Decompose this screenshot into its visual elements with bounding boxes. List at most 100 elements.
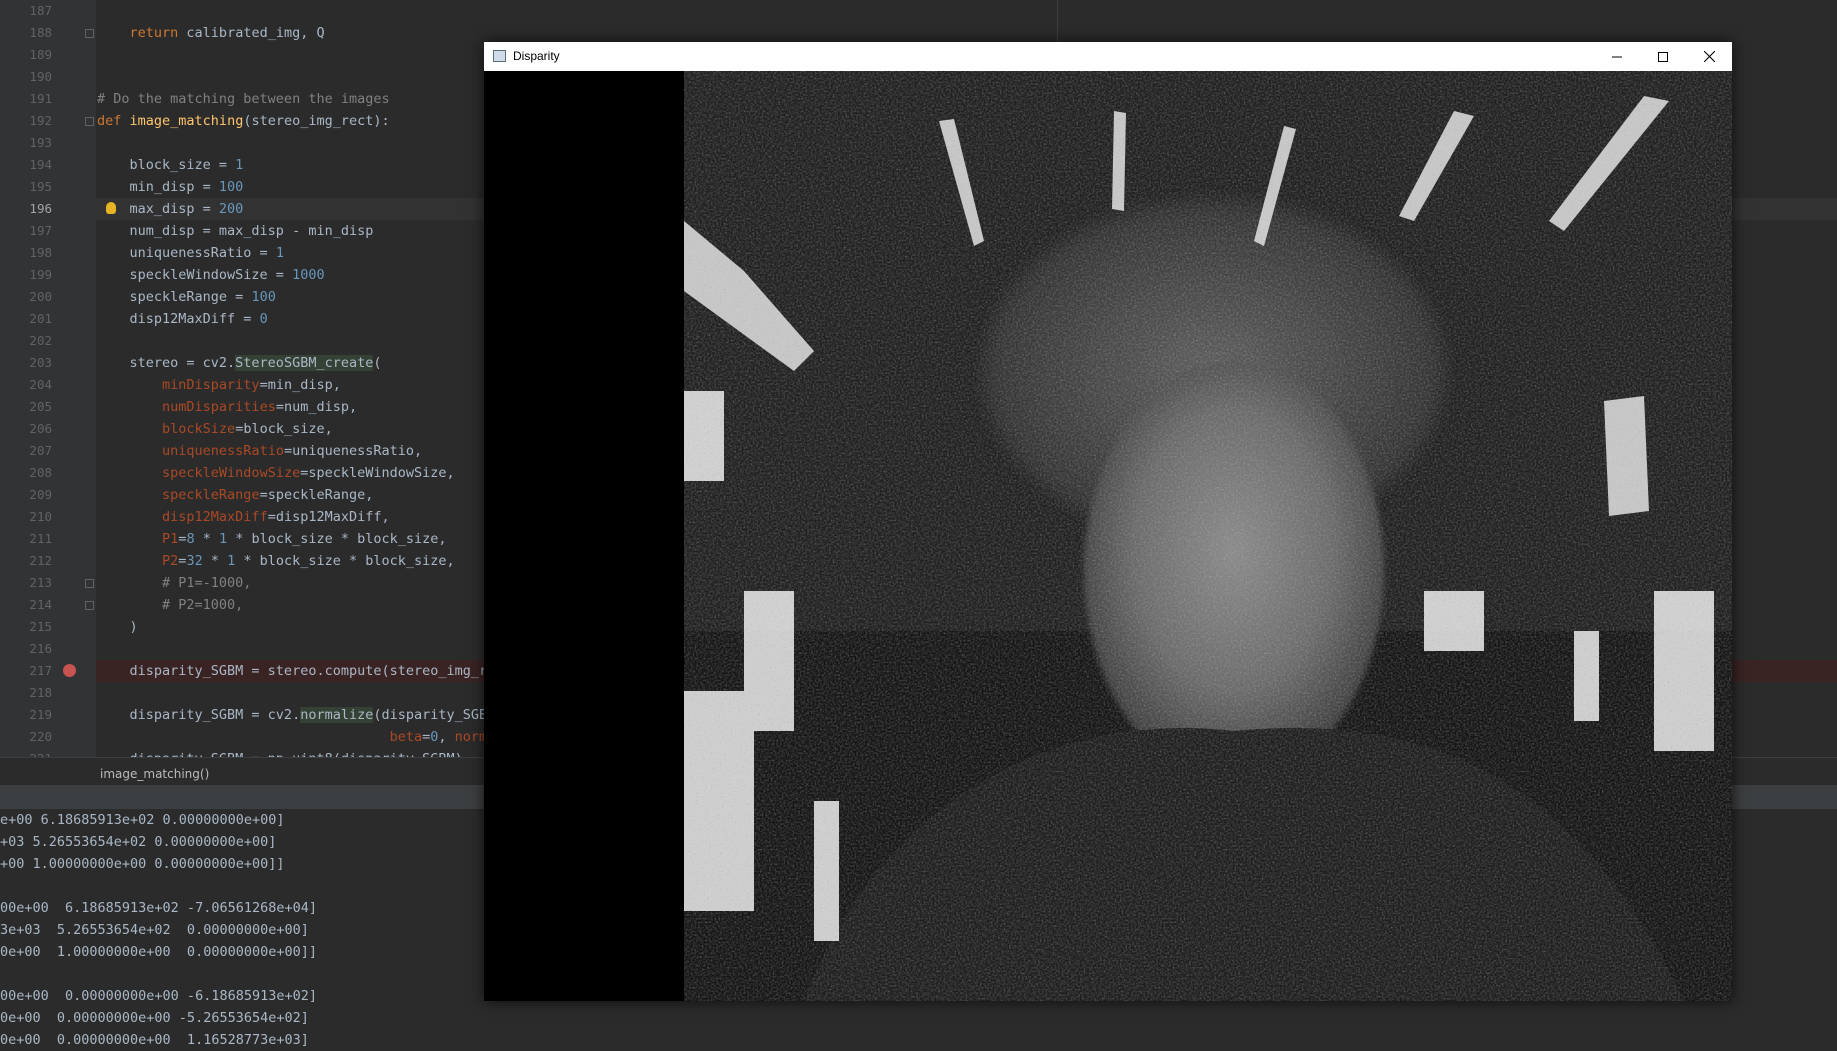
code-line[interactable]: disparity_SGBM = cv2.normalize(disparity… [97, 704, 495, 726]
fold-marker-icon[interactable] [85, 29, 94, 38]
line-number: 215 [29, 619, 52, 634]
code-line[interactable]: disp12MaxDiff=disp12MaxDiff, [97, 506, 390, 528]
code-token: stereo = cv2. [97, 355, 236, 371]
fold-marker-icon[interactable] [85, 601, 94, 610]
code-token: =speckleRange, [259, 487, 374, 503]
close-button[interactable] [1686, 42, 1732, 71]
maximize-button[interactable] [1640, 42, 1686, 71]
code-token: 100 [251, 289, 276, 305]
close-icon [1703, 51, 1715, 62]
code-line[interactable]: # P2=1000, [97, 594, 243, 616]
code-line[interactable]: disparity_SGBM = stereo.compute(stereo_i… [97, 660, 496, 682]
disparity-window[interactable]: Disparity [484, 42, 1732, 1001]
line-number: 187 [29, 3, 52, 18]
line-number: 208 [29, 465, 52, 480]
window-titlebar[interactable]: Disparity [484, 42, 1732, 71]
code-line[interactable]: min_disp = 100 [97, 176, 244, 198]
code-line[interactable]: beta=0, norm_t [97, 726, 504, 748]
code-token: normalize [300, 707, 374, 723]
line-number: 209 [29, 487, 52, 502]
code-line[interactable]: block_size = 1 [97, 154, 244, 176]
line-number: 217 [29, 663, 52, 678]
code-token: , [438, 729, 455, 745]
code-token: beta [389, 729, 423, 745]
code-token: * block_size * block_size, [227, 531, 447, 547]
code-line[interactable]: # Do the matching between the images [97, 88, 390, 110]
code-line[interactable]: speckleWindowSize = 1000 [97, 264, 325, 286]
code-token: =num_disp, [275, 399, 358, 415]
code-line[interactable]: uniquenessRatio = 1 [97, 242, 284, 264]
line-number: 194 [29, 157, 52, 172]
code-line[interactable]: ) [97, 616, 138, 638]
code-token: 200 [218, 201, 244, 217]
code-token: disp12MaxDiff = [97, 311, 260, 327]
code-line[interactable]: uniquenessRatio=uniquenessRatio, [97, 440, 422, 462]
code-token: disparity_SGBM = cv2. [97, 707, 301, 723]
console-line: 00e+00 6.18685913e+02 -7.06561268e+04] [0, 900, 317, 916]
code-token: =disp12MaxDiff, [267, 509, 390, 525]
code-line[interactable]: return calibrated_img, Q [97, 22, 325, 44]
code-line[interactable]: # P1=-1000, [97, 572, 251, 594]
fold-marker-icon[interactable] [85, 579, 94, 588]
code-token: 100 [218, 179, 244, 195]
line-number: 190 [29, 69, 52, 84]
line-number: 191 [29, 91, 52, 106]
line-number: 189 [29, 47, 52, 62]
code-line[interactable]: max_disp = 200 [97, 198, 244, 220]
console-line: e+00 6.18685913e+02 0.00000000e+00] [0, 812, 285, 828]
line-number: 199 [29, 267, 52, 282]
code-line[interactable]: P2=32 * 1 * block_size * block_size, [97, 550, 455, 572]
line-number: 204 [29, 377, 52, 392]
code-token: ) [97, 619, 138, 635]
console-line: +03 5.26553654e+02 0.00000000e+00] [0, 834, 277, 850]
line-number: 193 [29, 135, 52, 150]
code-line[interactable]: speckleRange=speckleRange, [97, 484, 373, 506]
line-number: 210 [29, 509, 52, 524]
code-token: blockSize [162, 421, 236, 437]
code-line[interactable]: def image_matching(stereo_img_rect): [97, 110, 390, 132]
code-line[interactable]: blockSize=block_size, [97, 418, 333, 440]
code-token: speckleWindowSize = [97, 267, 293, 283]
minimize-button[interactable] [1594, 42, 1640, 71]
code-token: P2 [162, 553, 179, 569]
code-line[interactable]: num_disp = max_disp - min_disp [97, 220, 374, 242]
line-number: 216 [29, 641, 52, 656]
line-number: 213 [29, 575, 52, 590]
fold-marker-icon[interactable] [85, 117, 94, 126]
code-token: (stereo_img_rect): [243, 113, 390, 129]
code-token: max_disp = [97, 201, 219, 217]
disparity-map-image [684, 71, 1732, 1001]
code-token: =block_size, [235, 421, 333, 437]
code-line[interactable]: minDisparity=min_disp, [97, 374, 341, 396]
code-line[interactable]: speckleRange = 100 [97, 286, 276, 308]
code-token: 1000 [292, 267, 325, 283]
line-number: 212 [29, 553, 52, 568]
code-token: ( [373, 355, 382, 371]
code-line[interactable]: disp12MaxDiff = 0 [97, 308, 268, 330]
breadcrumb-function[interactable]: image_matching() [100, 767, 209, 781]
line-gutter[interactable]: 187 188 189 190 191 192 193 194 195 196 197 198 199 2… [0, 0, 96, 766]
code-line[interactable]: P1=8 * 1 * block_size * block_size, [97, 528, 447, 550]
code-token: image_matching [129, 113, 244, 129]
breakpoint-icon[interactable] [63, 664, 76, 677]
code-line[interactable]: stereo = cv2.StereoSGBM_create( [97, 352, 381, 374]
line-number: 205 [29, 399, 52, 414]
code-token: # P2=1000, [162, 597, 244, 613]
console-line: 0e+00 0.00000000e+00 -5.26553654e+02] [0, 1010, 309, 1026]
code-line[interactable]: speckleWindowSize=speckleWindowSize, [97, 462, 455, 484]
code-line[interactable]: numDisparities=num_disp, [97, 396, 357, 418]
console-line: 0e+00 1.00000000e+00 0.00000000e+00]] [0, 944, 317, 960]
code-token: 1 [275, 245, 284, 261]
line-number: 202 [29, 333, 52, 348]
line-number: 214 [29, 597, 52, 612]
